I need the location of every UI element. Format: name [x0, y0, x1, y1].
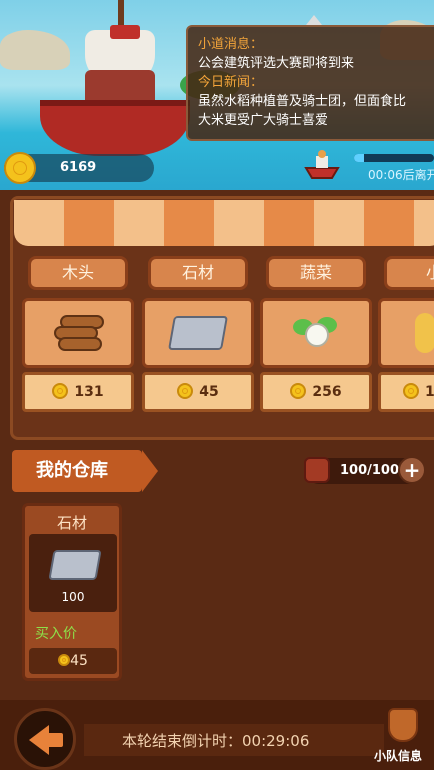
wood-icon — [54, 315, 104, 351]
news-panel: 小道消息： 公会建筑评选大赛即将到来 今日新闻： 虽然水稻种植普及骑士团，但面食… — [186, 25, 434, 141]
rumor-text: 公会建筑评选大赛即将到来 — [198, 56, 355, 71]
stall-label-wood: 木头 — [28, 256, 128, 290]
coin-icon — [403, 383, 419, 399]
stall-box-stone[interactable] — [142, 298, 254, 368]
daily-news-label: 今日新闻： — [198, 75, 264, 90]
departure-timer: 00:06后离开 — [368, 168, 434, 182]
stone-icon — [168, 316, 228, 350]
buy-price: 45 — [29, 648, 117, 674]
stall-label-stone: 石材 — [148, 256, 248, 290]
market-awning — [14, 200, 434, 246]
warehouse-icon — [304, 457, 330, 483]
daily-news-line2: 大米更受广大骑士喜爱 — [198, 113, 329, 128]
warehouse-capacity: 100/100 + — [304, 456, 426, 484]
stone-icon — [48, 550, 102, 580]
rock-left — [0, 30, 70, 70]
gold-value: 6169 — [60, 160, 97, 175]
warehouse-item-qty: 100 — [61, 590, 85, 604]
buy-price-label: 买入价 — [35, 626, 77, 642]
stall-vegetable[interactable]: 蔬菜 256 — [260, 256, 372, 412]
gold-coin-icon — [4, 152, 36, 184]
price-stone: 45 — [199, 384, 219, 400]
price-tag-wheat: 1 — [378, 372, 434, 412]
stall-box-vegetable[interactable] — [260, 298, 372, 368]
warehouse-item-name: 石材 — [56, 514, 87, 532]
coin-icon — [290, 383, 307, 399]
merchant-boat-icon[interactable] — [302, 148, 342, 182]
warehouse-item-slot: 100 — [29, 534, 117, 612]
team-shield-icon[interactable] — [388, 708, 418, 742]
round-countdown: 本轮结束倒计时：00:29:06 — [122, 732, 310, 750]
warehouse-item-stone[interactable]: 石材 100 买入价 45 — [22, 503, 122, 681]
price-tag-vegetable: 256 — [260, 372, 372, 412]
price-wood: 131 — [74, 384, 104, 400]
coin-icon — [177, 383, 194, 399]
rumor-label: 小道消息： — [198, 37, 264, 52]
price-tag-wood: 131 — [22, 372, 134, 412]
warehouse-title: 我的仓库 — [12, 450, 158, 492]
ship-hull — [40, 100, 190, 156]
price-vegetable: 256 — [312, 384, 342, 400]
price-tag-stone: 45 — [142, 372, 254, 412]
departure-progress-fill — [354, 154, 364, 162]
expand-capacity-button[interactable]: + — [398, 456, 426, 484]
stall-label-wheat: 小 — [384, 256, 434, 290]
stall-box-wood[interactable] — [22, 298, 134, 368]
stall-stone[interactable]: 石材 45 — [142, 256, 254, 412]
news-collapse-arrow[interactable] — [306, 15, 322, 25]
team-info-button[interactable]: 小队信息 — [374, 747, 422, 764]
stall-wood[interactable]: 木头 131 — [22, 256, 134, 412]
departure-progress-bar — [354, 154, 434, 162]
back-arrow-tail — [45, 733, 63, 747]
wheat-icon — [415, 313, 434, 353]
stall-label-vegetable: 蔬菜 — [266, 256, 366, 290]
capacity-text: 100/100 — [340, 463, 400, 478]
ship-flag — [110, 25, 140, 39]
stall-wheat[interactable]: 小 1 — [378, 256, 434, 412]
stall-box-wheat[interactable] — [378, 298, 434, 368]
buy-price-value: 45 — [70, 653, 88, 669]
price-wheat: 1 — [425, 384, 434, 400]
vegetable-icon — [293, 315, 339, 351]
daily-news-line1: 虽然水稻种植普及骑士团，但面食比 — [198, 94, 407, 109]
coin-icon — [52, 383, 69, 399]
back-button[interactable] — [14, 708, 76, 770]
coin-icon — [58, 654, 71, 666]
